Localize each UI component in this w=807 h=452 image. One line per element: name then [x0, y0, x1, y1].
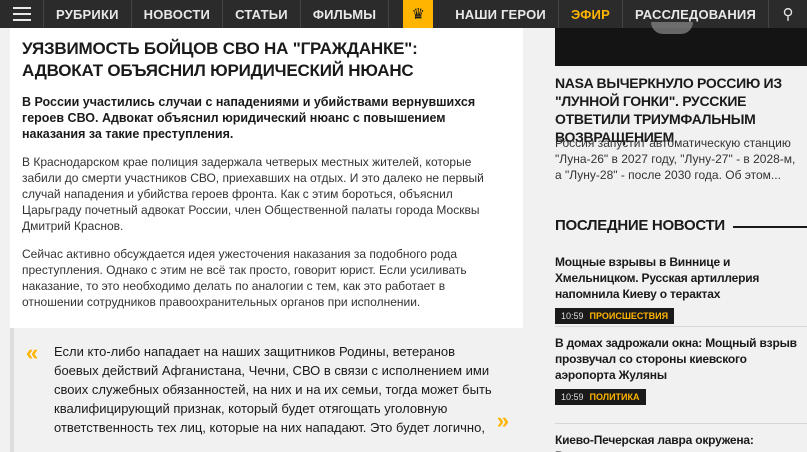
nav-item-rubrics[interactable]: РУБРИКИ — [44, 0, 132, 28]
nav-item-articles[interactable]: СТАТЬИ — [223, 0, 301, 28]
latest-news-title: ПОСЛЕДНИЕ НОВОСТИ — [555, 217, 725, 234]
news-category[interactable]: ПРОИСШЕСТВИЯ — [590, 311, 675, 321]
menu-burger-icon[interactable] — [0, 0, 44, 28]
double-headed-eagle-icon[interactable]: ♛ — [403, 0, 434, 28]
news-item[interactable]: Мощные взрывы в Виннице и Хмельницком. Р… — [555, 254, 807, 324]
quote-text: Если кто-либо нападает на наших защитник… — [54, 344, 492, 435]
article-lead: В России участились случаи с нападениями… — [22, 95, 476, 141]
news-item[interactable]: Киево-Печерская лавра окружена: Верующих — [555, 432, 807, 452]
nav-item-live[interactable]: ЭФИР — [559, 0, 623, 28]
news-title[interactable]: В домах задрожали окна: Мощный взрыв про… — [555, 335, 807, 383]
news-title[interactable]: Киево-Печерская лавра окружена: Верующих — [555, 432, 807, 452]
nav-item-films[interactable]: ФИЛЬМЫ — [301, 0, 390, 28]
news-time: 10:59 — [561, 392, 584, 402]
article-body: УЯЗВИМОСТЬ БОЙЦОВ СВО НА "ГРАЖДАНКЕ": АД… — [10, 28, 523, 328]
news-meta: 10:59 ПОЛИТИКА — [555, 389, 646, 405]
news-time: 10:59 — [561, 311, 584, 321]
article-paragraph-1: В Краснодарском крае полиция задержала ч… — [22, 155, 484, 233]
news-item[interactable]: В домах задрожали окна: Мощный взрыв про… — [555, 335, 807, 405]
featured-image[interactable] — [555, 22, 807, 66]
nav-item-news[interactable]: НОВОСТИ — [132, 0, 224, 28]
article-quote: « Если кто-либо нападает на наших защитн… — [10, 328, 523, 452]
nav-item-investigations[interactable]: РАССЛЕДОВАНИЯ — [623, 0, 769, 28]
news-divider — [555, 423, 807, 424]
featured-description: Россия запустит автоматическую станцию "… — [555, 136, 796, 182]
quote-open-icon: « — [26, 340, 39, 365]
quote-close-icon: » — [496, 408, 509, 433]
news-divider — [555, 326, 807, 327]
search-icon[interactable]: ⚲ — [769, 0, 807, 28]
latest-news-heading: ПОСЛЕДНИЕ НОВОСТИ — [555, 217, 807, 234]
news-category[interactable]: ПОЛИТИКА — [590, 392, 646, 402]
news-title[interactable]: Мощные взрывы в Виннице и Хмельницком. Р… — [555, 254, 807, 302]
heading-rule — [732, 225, 807, 228]
article-headline: УЯЗВИМОСТЬ БОЙЦОВ СВО НА "ГРАЖДАНКЕ": АД… — [22, 39, 418, 80]
nav-item-heroes[interactable]: НАШИ ГЕРОИ — [443, 0, 559, 28]
news-meta: 10:59 ПРОИСШЕСТВИЯ — [555, 308, 675, 324]
article-paragraph-2: Сейчас активно обсуждается идея ужесточе… — [22, 247, 467, 309]
